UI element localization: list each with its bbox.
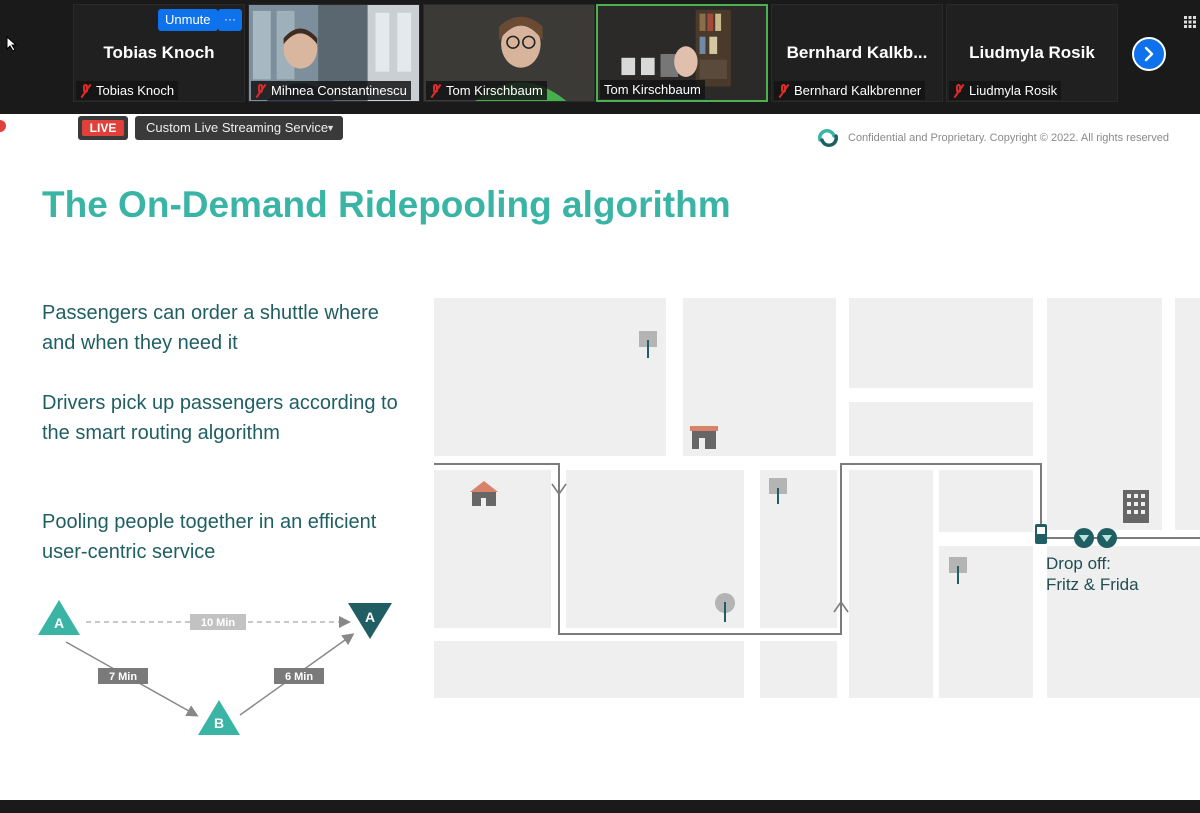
participant-name-label: Tobias Knoch (76, 81, 179, 100)
mic-muted-icon (430, 84, 442, 98)
participant-display-name: Tobias Knoch (103, 43, 215, 62)
shuttle-icon (1035, 524, 1047, 544)
participant-display-name: Bernhard Kalkb... (786, 43, 928, 62)
office-building-icon (1123, 490, 1149, 523)
mic-muted-icon (778, 84, 790, 98)
slide-copyright: Confidential and Proprietary. Copyright … (848, 132, 1169, 144)
meeting-controls-bar (0, 800, 1200, 813)
chevron-right-icon (1144, 46, 1154, 62)
live-badge[interactable]: LIVE (78, 116, 128, 140)
svg-text:6 Min: 6 Min (285, 671, 313, 683)
participant-tile-liudmyla-rosik[interactable]: Liudmyla Rosik Liudmyla Rosik (946, 4, 1118, 102)
dropoff-pin-icon (1074, 528, 1094, 548)
participant-name-label: Bernhard Kalkbrenner (774, 81, 926, 100)
svg-text:10 Min: 10 Min (201, 617, 236, 629)
slide-bullet-1: Passengers can order a shuttle where and… (42, 302, 379, 354)
node-a-destination: A (348, 603, 392, 639)
participant-display-name: Liudmyla Rosik (969, 43, 1095, 62)
dropoff-pin-icon (1097, 528, 1117, 548)
participant-tile-mihnea-constantinescu[interactable]: Mihnea Constantinescu (248, 4, 420, 102)
mic-muted-icon (953, 84, 965, 98)
dropoff-label: Drop off: Fritz & Frida (1046, 554, 1139, 594)
participant-name-label: Liudmyla Rosik (949, 81, 1062, 100)
participant-name-label: Tom Kirschbaum (426, 81, 547, 100)
slide-bullet-3: Pooling people together in an efficient … (42, 511, 377, 563)
participant-tile-tom-kirschbaum-active[interactable]: Tom Kirschbaum (596, 4, 768, 102)
participant-tile-tom-kirschbaum-1[interactable]: Tom Kirschbaum (423, 4, 595, 102)
chevron-down-icon: ▼ (326, 123, 335, 133)
brand-logo-icon (817, 129, 839, 147)
slide-bullet-2: Drivers pick up passengers according to … (42, 392, 398, 444)
house-icon (690, 426, 718, 449)
participant-name-label: Mihnea Constantinescu (251, 81, 411, 100)
recording-indicator (0, 120, 6, 132)
svg-text:B: B (214, 715, 224, 731)
next-participants-button[interactable] (1132, 37, 1166, 71)
b-to-a-time-label: 6 Min (274, 668, 324, 684)
routing-diagram: A B A 10 Min 7 Min 6 Min (38, 600, 392, 735)
gallery-view-icon[interactable] (1184, 16, 1196, 28)
node-a-start: A (38, 600, 80, 635)
streaming-service-dropdown[interactable]: Custom Live Streaming Service ▼ (135, 116, 343, 140)
participant-name-label: Tom Kirschbaum (600, 80, 705, 99)
a-to-b-time-label: 7 Min (98, 668, 148, 684)
more-options-button[interactable]: ··· (218, 9, 242, 31)
mouse-cursor-icon (6, 36, 18, 52)
participant-strip: Tobias Knoch Tobias Knoch Unmute ··· Mih… (0, 0, 1200, 114)
mic-muted-icon (255, 84, 267, 98)
slide-title: The On-Demand Ridepooling algorithm (42, 184, 731, 225)
city-map (434, 298, 1200, 698)
city-blocks (434, 298, 1200, 698)
participant-tile-bernhard-kalkbrenner[interactable]: Bernhard Kalkb... Bernhard Kalkbrenner (771, 4, 943, 102)
svg-text:A: A (365, 609, 375, 625)
mic-muted-icon (80, 84, 92, 98)
svg-text:A: A (54, 615, 64, 631)
unmute-button[interactable]: Unmute (158, 9, 218, 31)
svg-text:7 Min: 7 Min (109, 671, 137, 683)
direct-time-label: 10 Min (190, 614, 246, 630)
node-b-pickup: B (198, 700, 240, 735)
